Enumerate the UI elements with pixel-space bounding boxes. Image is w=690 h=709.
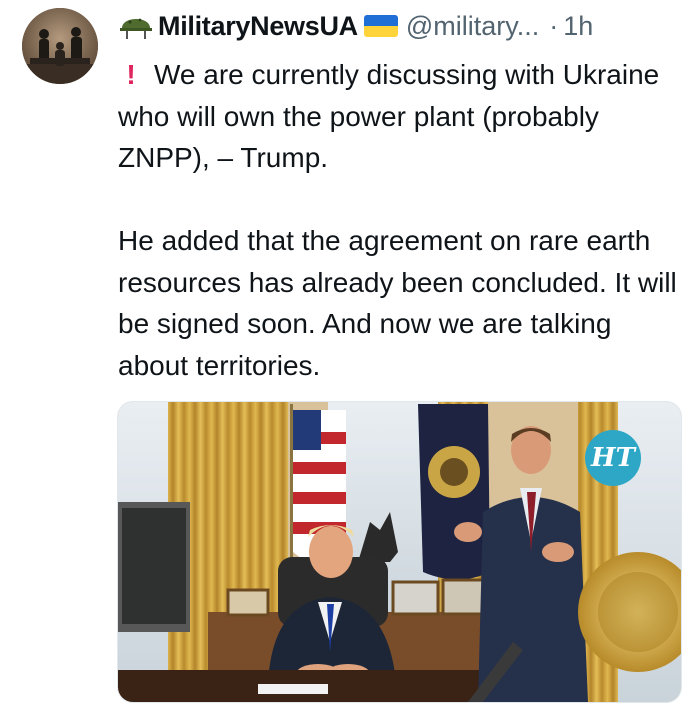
tweet-text: ! We are currently discussing with Ukrain… bbox=[118, 54, 678, 386]
author-name[interactable]: MilitaryNewsUA bbox=[158, 11, 358, 42]
tweet-paragraph-2: He added that the agreement on rare eart… bbox=[118, 225, 677, 381]
avatar[interactable] bbox=[22, 8, 98, 84]
tweet-timestamp[interactable]: 1h bbox=[563, 11, 593, 42]
red-exclamation-icon: ! bbox=[126, 59, 136, 90]
author-handle[interactable]: @military... bbox=[406, 11, 539, 42]
tweet[interactable]: MilitaryNewsUA @military... · 1h ! We are… bbox=[0, 0, 690, 709]
separator-dot: · bbox=[549, 10, 559, 41]
tweet-header: MilitaryNewsUA @military... · 1h bbox=[118, 6, 680, 46]
tweet-paragraph-1-text: We are currently discussing with Ukraine… bbox=[118, 59, 660, 173]
ht-logo: HT bbox=[585, 430, 641, 486]
tweet-paragraph-1: ! We are currently discussing with Ukrain… bbox=[118, 54, 678, 179]
military-helmet-icon bbox=[118, 10, 154, 42]
tweet-media-image[interactable]: HT bbox=[117, 401, 682, 703]
ukraine-flag-icon bbox=[363, 15, 398, 37]
